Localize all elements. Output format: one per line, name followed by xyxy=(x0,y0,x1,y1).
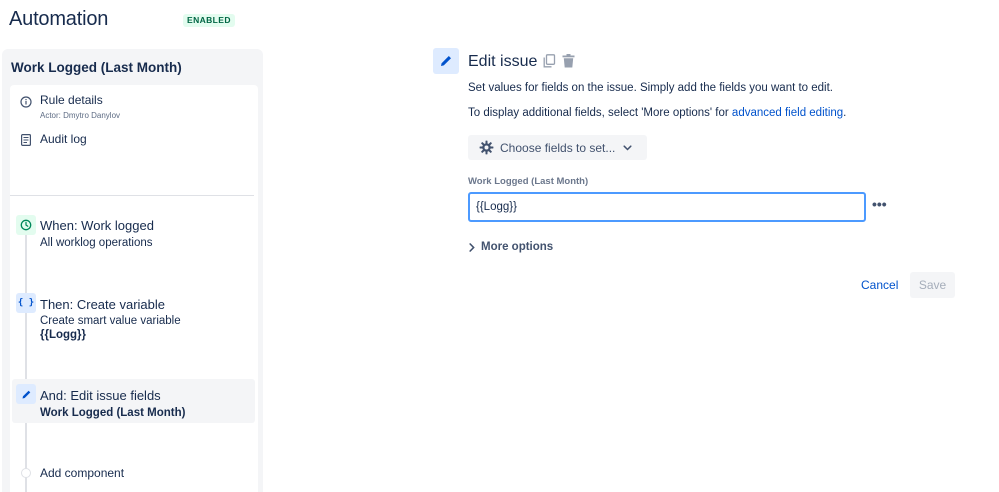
step-variable-description: Create smart value variable xyxy=(40,315,181,327)
document-icon xyxy=(19,133,33,147)
more-options-label: More options xyxy=(481,241,554,253)
step-trigger-description: All worklog operations xyxy=(40,237,153,249)
more-options-toggle[interactable]: More options xyxy=(469,241,553,253)
additional-suffix: . xyxy=(843,107,847,119)
trash-icon[interactable] xyxy=(562,54,575,73)
copy-icon[interactable] xyxy=(543,54,556,73)
braces-icon: { } xyxy=(16,293,36,313)
choose-fields-label: Choose fields to set... xyxy=(500,140,616,155)
additional-fields-text: To display additional fields, select 'Mo… xyxy=(468,107,846,119)
rule-timeline xyxy=(25,215,27,492)
audit-log-link[interactable]: Audit log xyxy=(40,132,87,146)
clock-icon xyxy=(16,215,36,235)
step-edit-title[interactable]: And: Edit issue fields xyxy=(40,388,161,403)
save-button[interactable]: Save xyxy=(910,272,955,298)
work-logged-field[interactable] xyxy=(468,192,866,222)
additional-prefix: To display additional fields, select 'Mo… xyxy=(468,107,732,119)
step-variable-detail: {{Logg}} xyxy=(40,329,86,341)
choose-fields-button[interactable]: Choose fields to set... xyxy=(468,135,647,160)
step-variable-title[interactable]: Then: Create variable xyxy=(40,297,165,312)
step-edit-detail: Work Logged (Last Month) xyxy=(40,407,186,419)
rule-actor: Actor: Dmytro Danylov xyxy=(40,111,121,120)
add-component-dot xyxy=(21,468,31,478)
step-trigger-title[interactable]: When: Work logged xyxy=(40,218,154,233)
rule-details-link[interactable]: Rule details xyxy=(40,93,103,107)
field-label: Work Logged (Last Month) xyxy=(468,176,589,187)
pencil-icon xyxy=(16,384,36,404)
page: Automation ENABLED Work Logged (Last Mon… xyxy=(0,0,999,492)
advanced-field-editing-link[interactable]: advanced field editing xyxy=(732,107,843,119)
gear-icon xyxy=(479,140,494,155)
add-component-link[interactable]: Add component xyxy=(40,466,124,480)
page-title: Automation xyxy=(9,8,109,30)
chevron-right-icon xyxy=(469,242,475,252)
rule-sidebar: Work Logged (Last Month) Rule details Ac… xyxy=(2,49,263,492)
cancel-button[interactable]: Cancel xyxy=(857,272,902,298)
more-actions-icon[interactable]: ••• xyxy=(872,196,887,212)
pencil-icon xyxy=(433,48,459,74)
panel-description: Set values for fields on the issue. Simp… xyxy=(468,82,834,94)
rule-name: Work Logged (Last Month) xyxy=(11,60,182,75)
rule-components-panel: Rule details Actor: Dmytro Danylov Audit… xyxy=(10,85,258,492)
info-icon xyxy=(19,95,33,109)
status-badge: ENABLED xyxy=(183,14,235,27)
chevron-down-icon xyxy=(623,144,632,151)
divider xyxy=(10,195,254,196)
panel-title: Edit issue xyxy=(468,53,538,70)
